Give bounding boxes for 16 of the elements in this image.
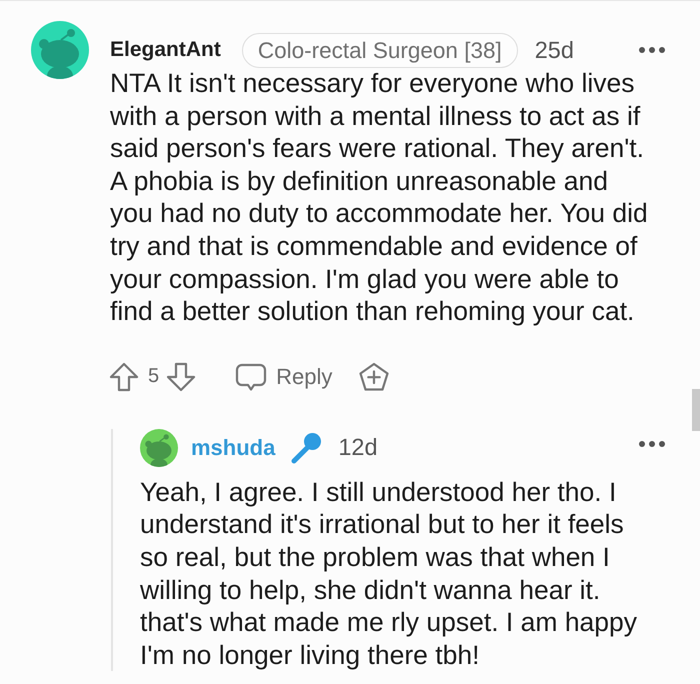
username[interactable]: ElegantAnt	[110, 38, 221, 62]
reply-button[interactable]: Reply	[235, 360, 332, 393]
comment-age: 12d	[338, 434, 378, 462]
more-icon[interactable]	[639, 440, 665, 447]
username[interactable]: mshuda	[191, 434, 276, 461]
comment-age: 25d	[534, 36, 574, 64]
user-flair: Colo-rectal Surgeon [38]	[242, 32, 518, 68]
vote-count: 5	[148, 365, 160, 388]
downvote-icon[interactable]	[165, 360, 198, 393]
more-icon[interactable]	[639, 47, 665, 53]
upvote-icon[interactable]	[108, 360, 140, 393]
comment-text: NTA It isn't necessary for everyone who lives with a person with a mental illness to act as if said person's fears were rational. They aren't. A phobia is by definition unreasonable and you had no duty to accommodate her. You did try and that is commendable and evidence of your compassion. I'm glad you were able to find a better solution than rehoming your cat.	[110, 67, 649, 328]
comment-text: Yeah, I agree. I still understood her tho. I understand it's irrational but to her it feels so real, but the problem was that when I willing to help, she didn't wanna hear it. that's what made me rly upset. I am happy I'm no longer living there tbh!	[140, 476, 638, 672]
scrollbar-thumb[interactable]	[692, 389, 700, 431]
avatar-icon[interactable]	[140, 428, 178, 467]
award-icon[interactable]	[358, 360, 390, 393]
